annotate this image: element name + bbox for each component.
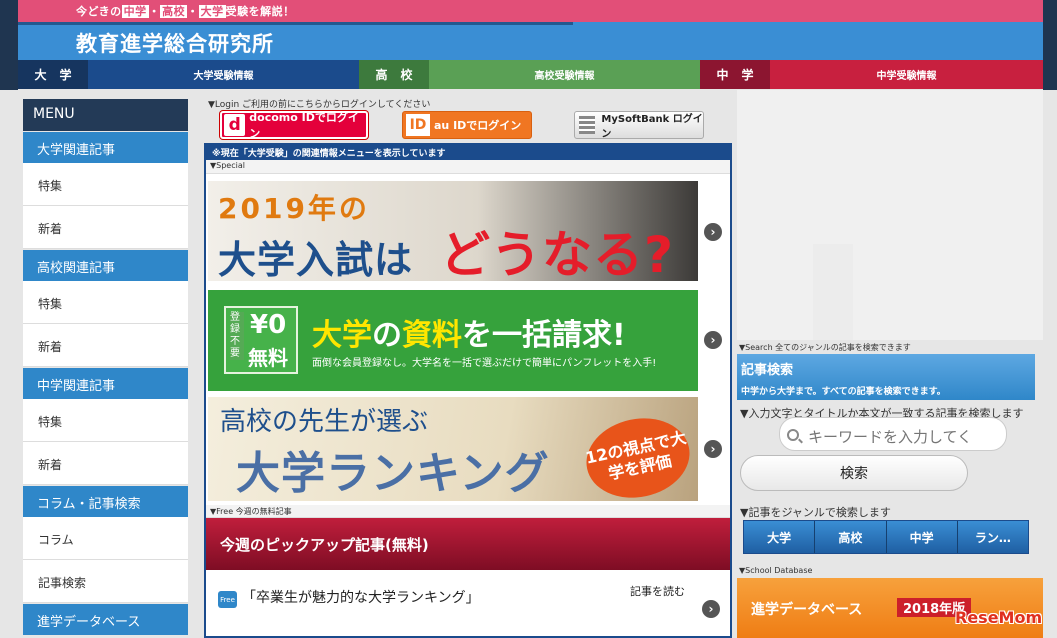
tagline-suffix: 受験を解説！ — [225, 5, 295, 18]
database-label: ▼School Database — [739, 566, 813, 575]
menu-item-article-search[interactable]: 記事検索 — [23, 560, 188, 603]
no-registration-label: 登録不要 — [230, 312, 244, 360]
banner-2019-exam[interactable]: 2019年の 大学入試は どうなる? — [208, 181, 698, 281]
search-header: 記事検索 中学から大学まで。すべての記事を検索できます。 — [737, 354, 1035, 400]
au-id-icon: ID — [406, 114, 430, 136]
tagline-sep: ・ — [187, 5, 199, 18]
article-search: 記事検索 中学から大学まで。すべての記事を検索できます。 ▼入力文字とタイトルか… — [737, 354, 1035, 564]
search-icon — [787, 429, 799, 441]
menu-item-koko-shinchaku[interactable]: 新着 — [23, 324, 188, 367]
arrow-right-icon[interactable]: › — [704, 223, 722, 241]
nav-daigaku[interactable]: 大学 大学受験情報 — [18, 60, 359, 89]
menu-title: MENU — [23, 99, 188, 131]
genre-tab-daigaku[interactable]: 大学 — [744, 521, 816, 553]
banner2-headline: 大学の資料を一括請求! — [312, 318, 626, 353]
menu-item-column[interactable]: コラム — [23, 517, 188, 560]
nav-chugaku[interactable]: 中学 中学受験情報 — [700, 60, 1043, 89]
docomo-login-button[interactable]: d docomo IDでログイン — [220, 111, 368, 140]
free-badge-icon: Free — [218, 591, 237, 608]
genre-tab-chugaku[interactable]: 中学 — [886, 521, 958, 553]
keyword-input[interactable] — [779, 417, 1007, 451]
banner2-subtext: 面倒な会員登録なし。大学名を一括で選ぶだけで簡単にパンフレットを入手! — [312, 358, 657, 369]
read-more-link[interactable]: 記事を読む — [630, 583, 685, 599]
header-accent-line — [18, 22, 573, 25]
tagline-chugaku: 中学 — [121, 5, 149, 18]
au-login-label: au IDでログイン — [434, 119, 522, 132]
right-edge-bar — [1043, 0, 1057, 90]
banner3-badge: 12の視点で大学を評価 — [579, 409, 697, 501]
nav-daigaku-info[interactable]: 大学受験情報 — [88, 60, 359, 89]
nav-koko-label: 高校 — [359, 60, 429, 89]
au-login-button[interactable]: ID au IDでログイン — [402, 111, 532, 139]
menu-category-chugaku[interactable]: 中学関連記事 — [23, 367, 188, 399]
ad-placeholder — [813, 244, 853, 340]
genre-tabs: 大学 高校 中学 ラン… — [743, 520, 1029, 554]
docomo-logo-icon: d — [224, 114, 246, 136]
menu-item-chugaku-shinchaku[interactable]: 新着 — [23, 442, 188, 485]
pickup-article[interactable]: Free 「卒業生が魅力的な大学ランキング」 記事を読む › — [206, 570, 730, 636]
genre-tab-koko[interactable]: 高校 — [815, 521, 887, 553]
site-header: 教育進学総合研究所 — [18, 22, 1043, 60]
menu-item-daigaku-shinchaku[interactable]: 新着 — [23, 206, 188, 249]
banner-university-ranking[interactable]: 高校の先生が選ぶ 大学ランキング 12の視点で大学を評価 — [208, 397, 698, 501]
ad-area — [737, 90, 1043, 340]
current-menu-notice: ※現在「大学受験」の関連情報メニューを表示しています — [206, 145, 730, 160]
banner3-line2: 大学ランキング — [236, 448, 550, 499]
genre-search-label: ▼記事をジャンルで検索します — [740, 506, 891, 519]
banner3-line1: 高校の先生が選ぶ — [220, 407, 429, 437]
arrow-right-icon[interactable]: › — [704, 331, 722, 349]
special-label: ▼Special — [206, 160, 730, 174]
pickup-heading: 今週のピックアップ記事(無料) — [206, 518, 730, 570]
database-title: 進学データベース — [751, 602, 863, 618]
side-menu: MENU 大学関連記事 特集 新着 高校関連記事 特集 新着 中学関連記事 特集… — [23, 99, 188, 635]
nav-koko-info[interactable]: 高校受験情報 — [429, 60, 700, 89]
category-nav: 大学 大学受験情報 高校 高校受験情報 中学 中学受験情報 — [18, 60, 1043, 89]
search-section-label: ▼Search 全てのジャンルの記事を検索できます — [739, 343, 911, 352]
genre-tab-ranking[interactable]: ラン… — [957, 521, 1028, 553]
nav-koko[interactable]: 高校 高校受験情報 — [359, 60, 700, 89]
banner1-line3: どうなる? — [440, 226, 675, 281]
arrow-right-icon[interactable]: › — [704, 440, 722, 458]
search-button[interactable]: 検索 — [740, 455, 968, 491]
banner1-line2: 大学入試は — [218, 238, 414, 281]
menu-category-column[interactable]: コラム・記事検索 — [23, 485, 188, 517]
banner-free-brochure[interactable]: 登録不要 ¥0 無料 大学の資料を一括請求! 面倒な会員登録なし。大学名を一括で… — [208, 290, 698, 391]
nav-chugaku-info[interactable]: 中学受験情報 — [770, 60, 1043, 89]
search-title: 記事検索 — [741, 363, 794, 378]
search-subtitle: 中学から大学まで。すべての記事を検索できます。 — [741, 387, 946, 397]
menu-item-chugaku-tokushu[interactable]: 特集 — [23, 399, 188, 442]
menu-category-daigaku[interactable]: 大学関連記事 — [23, 131, 188, 163]
softbank-logo-icon — [579, 116, 596, 134]
price-label: ¥0 — [250, 310, 287, 340]
softbank-login-label: MySoftBank ログイン — [601, 114, 703, 140]
menu-item-daigaku-tokushu[interactable]: 特集 — [23, 163, 188, 206]
tagline-koko: 高校 — [160, 5, 188, 18]
menu-category-koko[interactable]: 高校関連記事 — [23, 249, 188, 281]
tagline-daigaku: 大学 — [198, 5, 226, 18]
free-label: 無料 — [248, 346, 288, 370]
docomo-login-label: docomo IDでログイン — [249, 111, 359, 140]
free-label: ▼Free 今週の無料記事 — [206, 505, 730, 518]
tagline-bar: 今どきの 中学・高校・大学 受験を解説！ — [18, 0, 1043, 22]
resemom-logo: ReseMom — [955, 608, 1043, 627]
nav-chugaku-label: 中学 — [700, 60, 770, 89]
pickup-article-title[interactable]: 「卒業生が魅力的な大学ランキング」 — [242, 590, 492, 607]
tagline-prefix: 今どきの — [76, 5, 122, 18]
menu-category-database[interactable]: 進学データベース — [23, 603, 188, 635]
site-title[interactable]: 教育進学総合研究所 — [76, 28, 274, 58]
arrow-right-icon[interactable]: › — [702, 600, 720, 618]
tagline-sep: ・ — [148, 5, 161, 18]
nav-daigaku-label: 大学 — [18, 60, 88, 89]
tagline: 今どきの 中学・高校・大学 受験を解説！ — [76, 3, 295, 19]
left-edge-bar — [0, 0, 18, 90]
free-articles-section: ▼Free 今週の無料記事 今週のピックアップ記事(無料) Free 「卒業生が… — [204, 505, 732, 638]
banner1-line1: 2019年の — [218, 192, 370, 225]
softbank-login-button[interactable]: MySoftBank ログイン — [574, 111, 704, 140]
main-content: ▼Login ご利用の前にこちらからログインしてください d docomo ID… — [204, 94, 732, 638]
menu-item-koko-tokushu[interactable]: 特集 — [23, 281, 188, 324]
free-badge-box: 登録不要 ¥0 無料 — [224, 306, 298, 374]
